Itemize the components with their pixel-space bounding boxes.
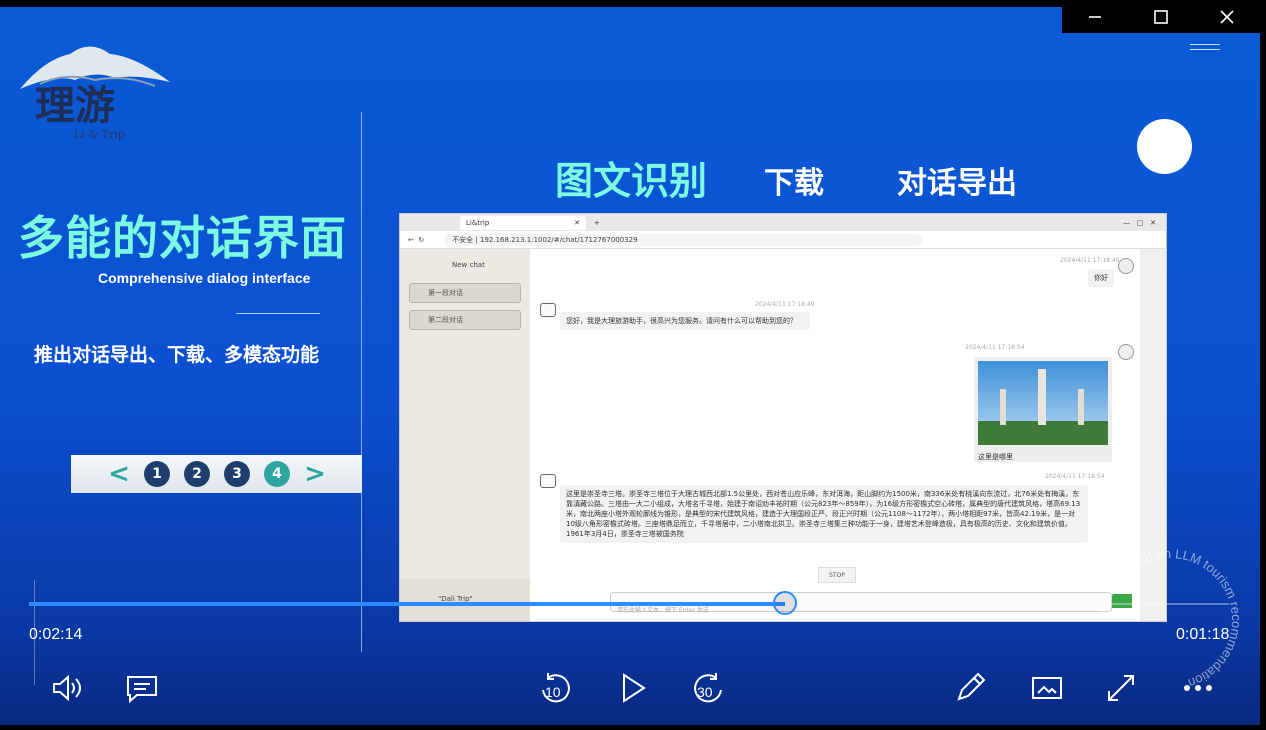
logo-subtext: Li & Trip <box>74 128 125 141</box>
feature-ocr: 图文识别 <box>555 159 708 203</box>
play-icon <box>623 673 646 703</box>
chat-item: 第一段对话 <box>409 283 521 303</box>
video-frame: 理游 Li & Trip 多能的对话界面 Comprehensive dialo… <box>0 0 1260 725</box>
pager-prev-button[interactable]: < <box>101 459 137 489</box>
miniplayer-icon <box>1032 677 1062 699</box>
feature-download: 下载 <box>764 166 824 201</box>
remaining-time: 0:01:18 <box>1176 626 1230 643</box>
browser-tab: Li&trip ✕ <box>460 215 586 230</box>
svg-text:理游: 理游 <box>35 82 115 129</box>
user-avatar <box>1118 258 1134 274</box>
close-icon <box>1220 9 1234 24</box>
url-text: 192.168.213.1:1002/#/chat/1712767000329 <box>480 235 638 244</box>
slide-title-en: Comprehensive dialog interface <box>98 270 311 286</box>
pager-page-3[interactable]: 3 <box>224 461 250 487</box>
chat-sidebar-footer: "Dali Trip" <box>400 579 530 621</box>
maximize-icon <box>1154 9 1168 24</box>
slide-title: 多能的对话界面 <box>18 211 347 265</box>
close-button[interactable] <box>1194 0 1260 33</box>
stop-button: STOP <box>818 567 856 583</box>
skip-back-button[interactable]: 10 <box>538 670 574 706</box>
chat-app: New chat 第一段对话 第二段对话 "Dali Trip" 2024/4/… <box>400 249 1140 621</box>
chat-item: 第二段对话 <box>409 310 521 330</box>
volume-icon <box>53 674 81 702</box>
browser-screenshot: Li&trip ✕ + — □ ✕ ← ↻ 不安全 | 192.168.213.1… <box>399 213 1167 622</box>
chat-message: 这里是哪里 <box>978 453 1013 461</box>
pager-next-button[interactable]: > <box>297 459 333 489</box>
progress-knob[interactable] <box>773 591 797 615</box>
browser-tabbar: Li&trip ✕ + — □ ✕ <box>400 214 1166 231</box>
more-button[interactable] <box>1180 670 1216 706</box>
window-frame <box>1260 0 1266 730</box>
divider <box>361 112 362 652</box>
captions-button[interactable] <box>124 670 160 706</box>
progress-fill <box>29 602 785 606</box>
bot-avatar <box>540 474 556 488</box>
elapsed-time: 0:02:14 <box>29 626 83 643</box>
menu-icon[interactable] <box>1190 44 1220 54</box>
captions-icon <box>127 676 157 703</box>
pencil-icon <box>957 672 986 701</box>
chat-message: 这里是崇圣寺三塔。崇圣寺三塔位于大理古城西北部1.5公里处，西对苍山应乐峰，东对… <box>560 485 1088 543</box>
chat-message: 您好，我是大理旅游助手，很高兴为您服务。请问有什么可以帮助到您的？ <box>560 312 810 330</box>
pagoda-photo <box>978 361 1108 445</box>
window-controls <box>1062 0 1260 33</box>
volume-button[interactable] <box>48 670 86 706</box>
pager-page-4[interactable]: 4 <box>264 461 290 487</box>
minimize-button[interactable] <box>1062 0 1128 33</box>
slide-pager: < 1 2 3 4 > <box>71 455 362 493</box>
minimize-icon <box>1089 15 1101 18</box>
user-avatar <box>1118 344 1134 360</box>
maximize-button[interactable] <box>1128 0 1194 33</box>
feature-export: 对话导出 <box>897 166 1017 201</box>
chat-message: 你好 <box>1088 269 1114 287</box>
bot-avatar <box>540 303 556 317</box>
uploaded-image-card: 这里是哪里 <box>974 357 1112 462</box>
expand-icon <box>1108 675 1134 701</box>
play-button[interactable] <box>615 670 651 706</box>
skip-forward-label: 30 <box>697 684 713 700</box>
fullscreen-button[interactable] <box>1103 670 1139 706</box>
chat-sidebar: New chat 第一段对话 第二段对话 "Dali Trip" <box>400 249 530 621</box>
divider <box>236 313 320 314</box>
miniplayer-button[interactable] <box>1029 670 1065 706</box>
pager-page-1[interactable]: 1 <box>144 461 170 487</box>
slide-subtitle: 推出对话导出、下载、多模态功能 <box>34 344 320 366</box>
new-chat-label: New chat <box>452 261 485 269</box>
browser-addressbar: ← ↻ 不安全 | 192.168.213.1:1002/#/chat/1712… <box>400 231 1166 249</box>
skip-back-label: 10 <box>545 684 561 700</box>
annotate-button[interactable] <box>952 670 988 706</box>
more-icon <box>1184 685 1212 691</box>
skip-forward-button[interactable]: 30 <box>690 670 726 706</box>
pager-page-2[interactable]: 2 <box>184 461 210 487</box>
pointer-circle <box>1137 119 1192 174</box>
url-warning: 不安全 <box>452 235 474 244</box>
window-frame <box>0 725 1266 730</box>
